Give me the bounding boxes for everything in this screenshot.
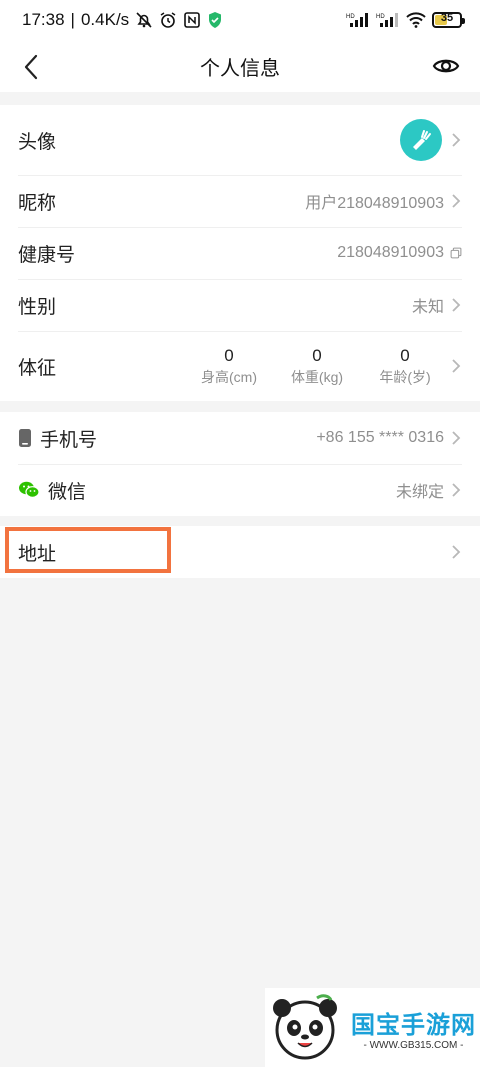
nfc-icon xyxy=(183,11,201,29)
gender-row[interactable]: 性别 未知 xyxy=(0,279,480,331)
panda-logo-icon xyxy=(273,993,337,1059)
alarm-icon xyxy=(159,11,177,29)
health-id-row: 健康号 218048910903 xyxy=(0,227,480,279)
vital-height: 0 身高(cm) xyxy=(190,345,268,387)
health-id-label: 健康号 xyxy=(18,244,76,266)
vital-weight: 0 体重(kg) xyxy=(278,345,356,387)
chevron-left-icon xyxy=(24,54,38,80)
avatar-row[interactable]: 头像 xyxy=(0,105,480,175)
body-metrics-label: 体征 xyxy=(18,357,57,379)
vital-age: 0 年龄(岁) xyxy=(366,345,444,387)
gender-label: 性别 xyxy=(18,296,57,318)
svg-text:HD: HD xyxy=(346,14,355,20)
battery-level: 35 xyxy=(440,12,454,24)
avatar-label: 头像 xyxy=(18,131,57,153)
body-metrics-row[interactable]: 体征 0 身高(cm) 0 体重(kg) 0 年龄(岁) xyxy=(0,331,480,401)
vitals: 0 身高(cm) 0 体重(kg) 0 年龄(岁) xyxy=(190,345,444,387)
chevron-right-icon xyxy=(450,429,462,447)
height-label: 身高(cm) xyxy=(201,369,257,385)
signal-hd-icon: HD xyxy=(346,12,370,28)
watermark: 国宝手游网 - WWW.GB315.COM - xyxy=(265,988,480,1067)
wechat-row[interactable]: 微信 未绑定 xyxy=(0,464,480,516)
chevron-right-icon xyxy=(450,192,462,210)
watermark-text: 国宝手游网 - WWW.GB315.COM - xyxy=(351,1005,476,1051)
signal-hd-icon-2: HD xyxy=(376,12,400,28)
wechat-value: 未绑定 xyxy=(395,484,444,501)
wechat-label: 微信 xyxy=(48,481,87,503)
nav-bar: 个人信息 xyxy=(0,40,480,92)
height-value: 0 xyxy=(224,346,234,365)
chevron-right-icon xyxy=(450,481,462,499)
chevron-right-icon xyxy=(450,131,462,149)
phone-label: 手机号 xyxy=(40,429,98,451)
status-time: 17:38 xyxy=(22,10,65,29)
highlight-box xyxy=(5,527,171,573)
phone-icon xyxy=(19,429,31,447)
chevron-right-icon xyxy=(450,543,462,561)
phone-value: +86 155 **** 0316 xyxy=(316,429,444,446)
chevron-right-icon xyxy=(450,357,462,375)
eye-icon xyxy=(432,59,460,73)
profile-group: 头像 昵称 用户218048910903 健康号 218048910903 性别… xyxy=(0,105,480,401)
age-value: 0 xyxy=(400,346,410,365)
nickname-value: 用户218048910903 xyxy=(305,195,444,212)
status-separator: | xyxy=(70,10,75,29)
wechat-label-wrap: 微信 xyxy=(18,477,396,504)
nickname-row[interactable]: 昵称 用户218048910903 xyxy=(0,175,480,227)
weight-label: 体重(kg) xyxy=(290,369,344,385)
status-bar: 17:38 | 0.4K/s HD HD 35 xyxy=(0,0,480,40)
status-left: 17:38 | 0.4K/s xyxy=(22,10,223,30)
svg-text:HD: HD xyxy=(376,14,385,20)
back-button[interactable] xyxy=(14,50,48,84)
copy-icon[interactable] xyxy=(450,244,462,262)
chevron-right-icon xyxy=(450,296,462,314)
phone-label-wrap: 手机号 xyxy=(18,425,316,452)
age-label: 年龄(岁) xyxy=(379,369,431,385)
health-id-value: 218048910903 xyxy=(337,244,444,261)
network-speed: 0.4K/s xyxy=(80,10,130,29)
watermark-title: 国宝手游网 xyxy=(351,1011,476,1039)
page-title: 个人信息 xyxy=(200,57,280,80)
phone-row[interactable]: 手机号 +86 155 **** 0316 xyxy=(0,412,480,464)
weight-value: 0 xyxy=(312,346,322,365)
wechat-icon xyxy=(19,481,40,498)
status-right: HD HD 35 xyxy=(346,12,465,28)
fork-icon xyxy=(413,130,431,150)
visibility-button[interactable] xyxy=(430,52,462,80)
avatar[interactable] xyxy=(400,119,442,161)
shield-icon xyxy=(207,11,223,29)
battery-icon: 35 xyxy=(432,12,465,28)
mute-bell-icon xyxy=(135,11,153,29)
nickname-label: 昵称 xyxy=(18,192,57,214)
wifi-icon xyxy=(406,12,426,28)
account-group: 手机号 +86 155 **** 0316 微信 未绑定 xyxy=(0,412,480,516)
watermark-url: - WWW.GB315.COM - xyxy=(363,1039,464,1051)
gender-value: 未知 xyxy=(411,299,444,316)
